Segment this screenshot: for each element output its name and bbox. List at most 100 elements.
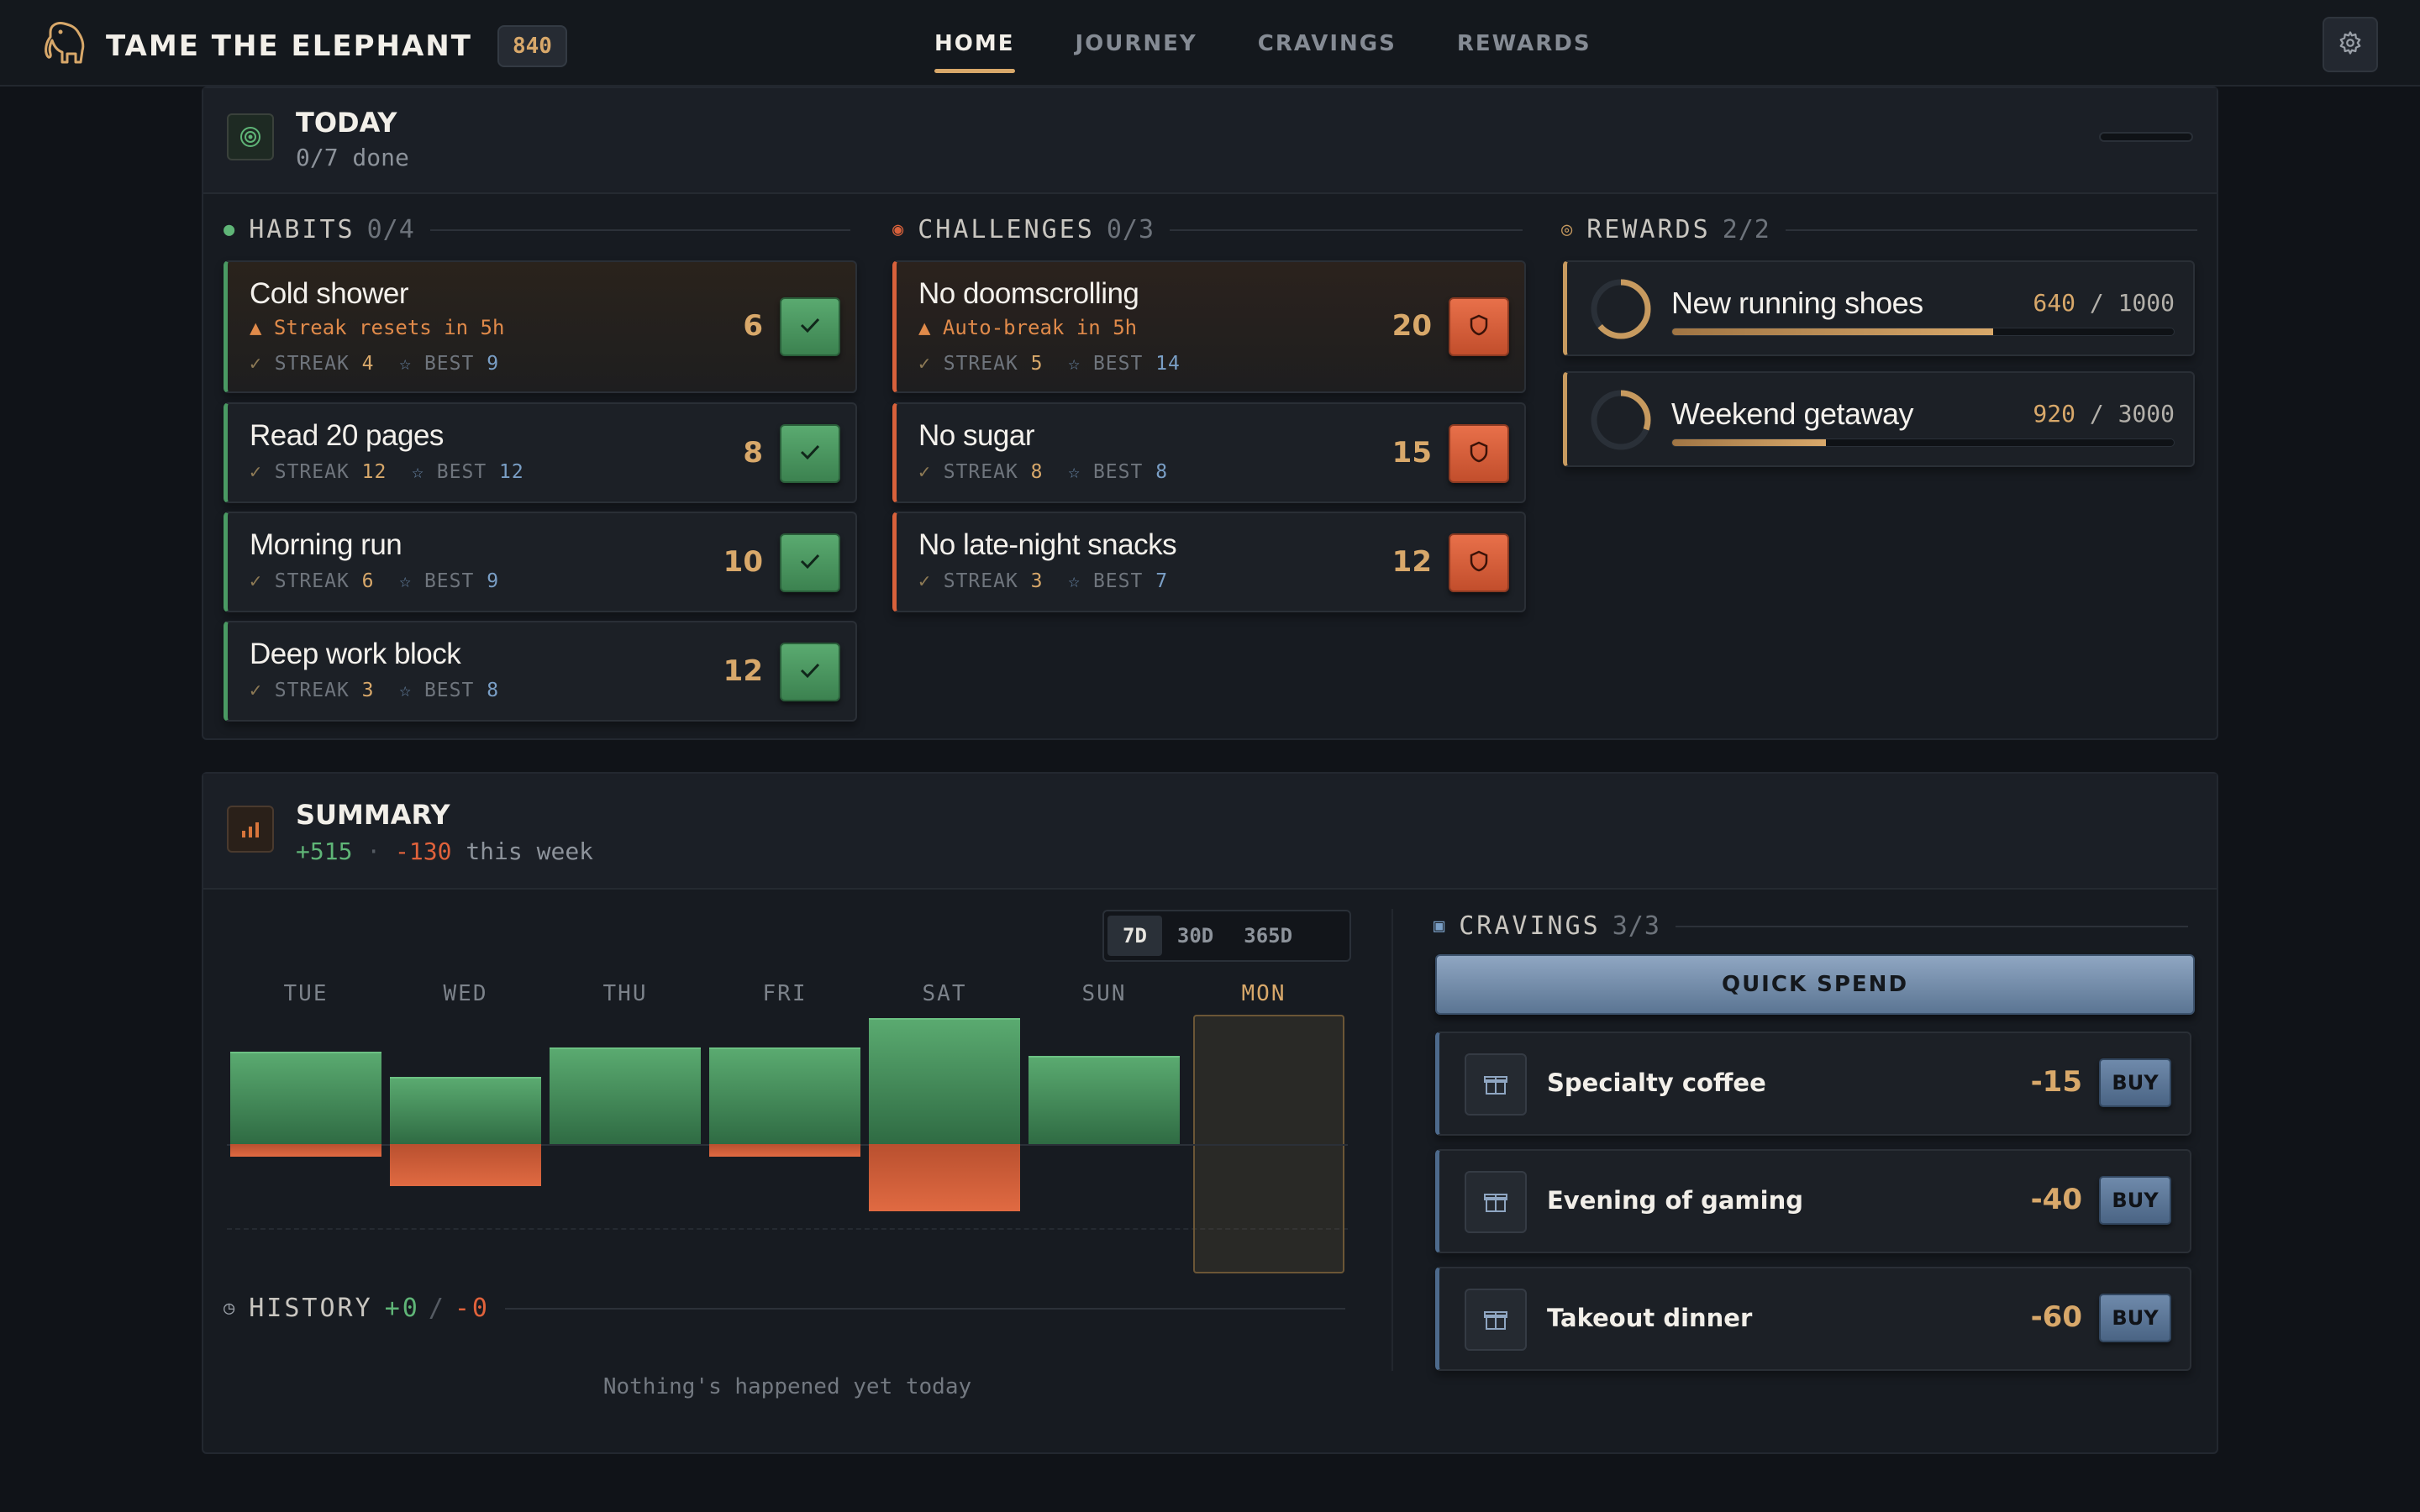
summary-week-stats: +515 · -130 this week — [296, 837, 593, 865]
reward-card[interactable]: Weekend getaway 920 / 3000 — [1563, 371, 2195, 467]
habit-name: Cold shower — [250, 277, 409, 310]
tab-journey[interactable]: JOURNEY — [1076, 0, 1197, 87]
check-icon — [799, 443, 821, 465]
complete-habit-button[interactable] — [780, 297, 840, 356]
craving-name: Takeout dinner — [1547, 1304, 1753, 1332]
range-365d[interactable]: 365D — [1228, 916, 1307, 956]
habit-name: Morning run — [250, 528, 402, 561]
today-progress-bar — [2099, 132, 2193, 142]
chart-bar-gain[interactable] — [709, 1047, 860, 1144]
reward-card[interactable]: New running shoes 640 / 1000 — [1563, 260, 2195, 356]
shield-icon — [1470, 314, 1488, 340]
complete-habit-button[interactable] — [780, 643, 840, 701]
section-rule — [1675, 925, 2188, 927]
reward-progress-ring — [1591, 279, 1651, 339]
best-value: 7 — [1155, 570, 1169, 592]
challenge-card[interactable]: No doomscrolling ▲ Auto-break in 5h ✓ ST… — [892, 260, 1526, 393]
streak-label: STREAK — [943, 570, 1018, 592]
chart-bar-gain[interactable] — [1028, 1056, 1180, 1144]
chart-day-label: THU — [602, 981, 648, 1006]
reward-current: 640 — [2033, 289, 2075, 317]
streak-value: 5 — [1030, 353, 1044, 375]
buy-button[interactable]: BUY — [2099, 1176, 2171, 1225]
tab-cravings[interactable]: CRAVINGS — [1258, 0, 1397, 87]
settings-button[interactable] — [2323, 17, 2378, 72]
best-value: 8 — [1155, 461, 1169, 483]
summary-header: SUMMARY +515 · -130 this week — [203, 774, 2217, 890]
brand[interactable]: TAME THE ELEPHANT 840 — [42, 20, 567, 71]
history-separator: / — [428, 1294, 446, 1323]
range-toggle: 7D 30D 365D — [1102, 910, 1351, 962]
gift-icon: ▣ — [1434, 916, 1448, 937]
challenge-card[interactable]: No sugar ✓ STREAK 8 ☆ BEST 8 15 — [892, 402, 1526, 503]
habits-label: HABITS — [249, 215, 355, 244]
warning-icon: ▲ — [918, 316, 943, 339]
streak-label: STREAK — [274, 570, 350, 592]
chart-day-label: SUN — [1081, 981, 1127, 1006]
stats-separator: · — [366, 837, 381, 865]
craving-card[interactable]: Evening of gaming -40 BUY — [1435, 1149, 2191, 1253]
craving-card[interactable]: Takeout dinner -60 BUY — [1435, 1267, 2191, 1371]
best-label: BEST — [1092, 570, 1144, 592]
flame-icon: ● — [224, 219, 238, 240]
break-challenge-button[interactable] — [1449, 297, 1509, 356]
break-challenge-button[interactable] — [1449, 533, 1509, 592]
section-rule — [1170, 228, 1523, 231]
streak-label: STREAK — [274, 461, 350, 483]
challenge-warning: ▲ Auto-break in 5h — [918, 316, 1137, 339]
challenge-stats: ✓ STREAK 3 ☆ BEST 7 — [918, 570, 1168, 592]
habit-points: 6 — [743, 309, 763, 343]
buy-button[interactable]: BUY — [2099, 1058, 2171, 1107]
habits-section-label: ● HABITS 0/4 — [224, 215, 850, 244]
quick-spend-button[interactable]: QUICK SPEND — [1435, 954, 2195, 1015]
best-label: BEST — [1092, 353, 1144, 375]
challenge-points: 20 — [1392, 309, 1432, 343]
chart-bar-gain[interactable] — [390, 1077, 541, 1144]
trophy-icon: ☆ — [399, 680, 413, 701]
best-value: 14 — [1155, 353, 1181, 375]
app-title: TAME THE ELEPHANT — [106, 29, 472, 63]
range-7d[interactable]: 7D — [1107, 916, 1162, 956]
chart-bar-gain[interactable] — [869, 1018, 1020, 1144]
complete-habit-button[interactable] — [780, 424, 840, 483]
best-value: 8 — [487, 680, 500, 701]
chart-bar-loss[interactable] — [869, 1144, 1020, 1211]
best-label: BEST — [436, 461, 487, 483]
chart-bar-loss[interactable] — [230, 1144, 381, 1157]
chart-bar-loss[interactable] — [709, 1144, 860, 1157]
habit-card[interactable]: Deep work block ✓ STREAK 3 ☆ BEST 8 12 — [224, 621, 857, 722]
warning-icon: ▲ — [250, 316, 274, 339]
bolt-icon: ✓ — [918, 353, 931, 375]
complete-habit-button[interactable] — [780, 533, 840, 592]
craving-cost: -15 — [2030, 1065, 2082, 1099]
craving-card[interactable]: Specialty coffee -15 BUY — [1435, 1032, 2191, 1136]
best-label: BEST — [1092, 461, 1144, 483]
streak-value: 4 — [361, 353, 375, 375]
chart-bar-gain[interactable] — [550, 1047, 701, 1144]
habit-card[interactable]: Cold shower ▲ Streak resets in 5h ✓ STRE… — [224, 260, 857, 393]
tab-home[interactable]: HOME — [934, 0, 1015, 87]
habit-card[interactable]: Read 20 pages ✓ STREAK 12 ☆ BEST 12 8 — [224, 402, 857, 503]
gear-icon — [2338, 30, 2363, 60]
reward-current: 920 — [2033, 400, 2075, 428]
cravings-section-label: ▣ CRAVINGS 3/3 — [1434, 911, 2188, 941]
break-challenge-button[interactable] — [1449, 424, 1509, 483]
buy-button[interactable]: BUY — [2099, 1294, 2171, 1342]
range-30d[interactable]: 30D — [1162, 916, 1228, 956]
habit-card[interactable]: Morning run ✓ STREAK 6 ☆ BEST 9 10 — [224, 512, 857, 612]
craving-cost: -60 — [2030, 1300, 2082, 1334]
tab-rewards[interactable]: REWARDS — [1457, 0, 1591, 87]
reward-name: Weekend getaway — [1671, 396, 1914, 431]
history-loss: -0 — [454, 1294, 490, 1323]
history-label: HISTORY — [249, 1294, 373, 1323]
streak-value: 3 — [361, 680, 375, 701]
chart-bar-loss[interactable] — [390, 1144, 541, 1186]
habit-name: Read 20 pages — [250, 419, 444, 452]
trophy-icon: ☆ — [1068, 570, 1081, 592]
chart-bar-gain[interactable] — [230, 1052, 381, 1144]
clock-icon: ◷ — [224, 1298, 238, 1319]
check-icon — [799, 661, 821, 684]
challenge-card[interactable]: No late-night snacks ✓ STREAK 3 ☆ BEST 7… — [892, 512, 1526, 612]
craving-name: Specialty coffee — [1547, 1068, 1766, 1097]
cravings-count: 3/3 — [1612, 911, 1660, 941]
